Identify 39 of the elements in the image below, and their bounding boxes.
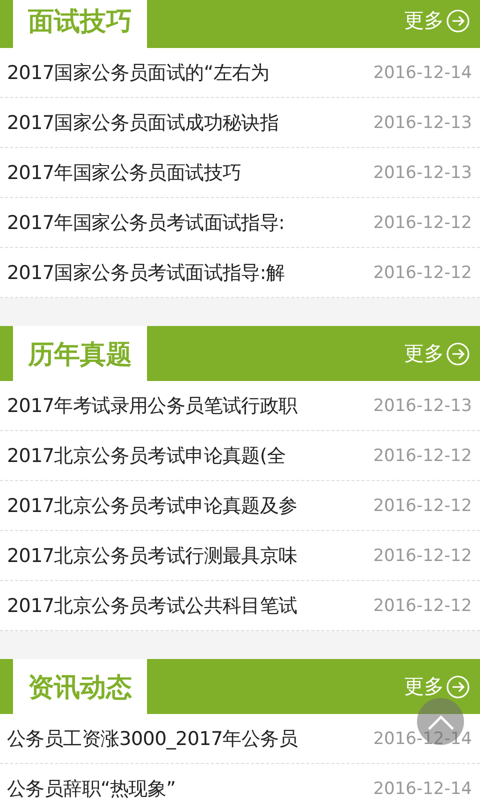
news-title: 2017年国家公务员面试技巧 (7, 160, 242, 186)
arrow-circle-icon (446, 674, 470, 698)
news-date: 2016-12-12 (373, 546, 472, 566)
news-date: 2016-12-12 (373, 262, 472, 282)
news-date: 2016-12-14 (373, 62, 472, 82)
news-title: 2017北京公务员考试公共科目笔试 (7, 594, 298, 618)
chevron-up-icon (428, 714, 454, 730)
section-title: 面试技巧 (13, 0, 147, 48)
news-date: 2016-12-14 (373, 778, 472, 798)
news-date: 2016-12-12 (373, 496, 472, 516)
news-title: 2017国家公务员面试成功秘诀指 (7, 110, 279, 136)
news-date: 2016-12-12 (373, 446, 472, 466)
news-title: 2017国家公务员考试面试指导:解 (7, 260, 285, 286)
news-item[interactable]: 2017国家公务员面试的“左右为 2016-12-14 (0, 48, 480, 98)
section-title: 历年真题 (13, 326, 147, 381)
arrow-circle-icon (446, 342, 470, 366)
news-date: 2016-12-12 (373, 212, 472, 232)
news-title: 公务员辞职“热现象” (7, 776, 176, 800)
news-item[interactable]: 2017北京公务员考试申论真题及参 2016-12-12 (0, 481, 480, 531)
news-item[interactable]: 2017北京公务员考试申论真题(全 2016-12-12 (0, 431, 480, 481)
news-date: 2016-12-13 (373, 112, 472, 132)
news-item[interactable]: 2017国家公务员面试成功秘诀指 2016-12-13 (0, 98, 480, 148)
news-date: 2016-12-13 (373, 396, 472, 416)
news-title: 2017年考试录用公务员笔试行政职 (7, 394, 298, 418)
news-title: 2017年国家公务员考试面试指导: (7, 210, 285, 236)
news-item[interactable]: 2017年国家公务员面试技巧 2016-12-13 (0, 148, 480, 198)
news-title: 2017国家公务员面试的“左右为 (7, 60, 270, 86)
news-title: 2017北京公务员考试行测最具京味 (7, 544, 298, 568)
arrow-circle-icon (446, 8, 470, 32)
news-title: 公务员工资涨3000_2017年公务员 (7, 726, 298, 752)
news-item[interactable]: 2017年考试录用公务员笔试行政职 2016-12-13 (0, 381, 480, 431)
news-date: 2016-12-12 (373, 596, 472, 616)
section-title: 资讯动态 (13, 659, 147, 714)
news-date: 2016-12-13 (373, 162, 472, 182)
news-title: 2017北京公务员考试申论真题及参 (7, 494, 298, 518)
news-item[interactable]: 2017年国家公务员考试面试指导: 2016-12-12 (0, 198, 480, 248)
news-item[interactable]: 公务员辞职“热现象” 2016-12-14 (0, 764, 480, 800)
news-item[interactable]: 2017北京公务员考试行测最具京味 2016-12-12 (0, 531, 480, 581)
news-title: 2017北京公务员考试申论真题(全 (7, 444, 286, 468)
